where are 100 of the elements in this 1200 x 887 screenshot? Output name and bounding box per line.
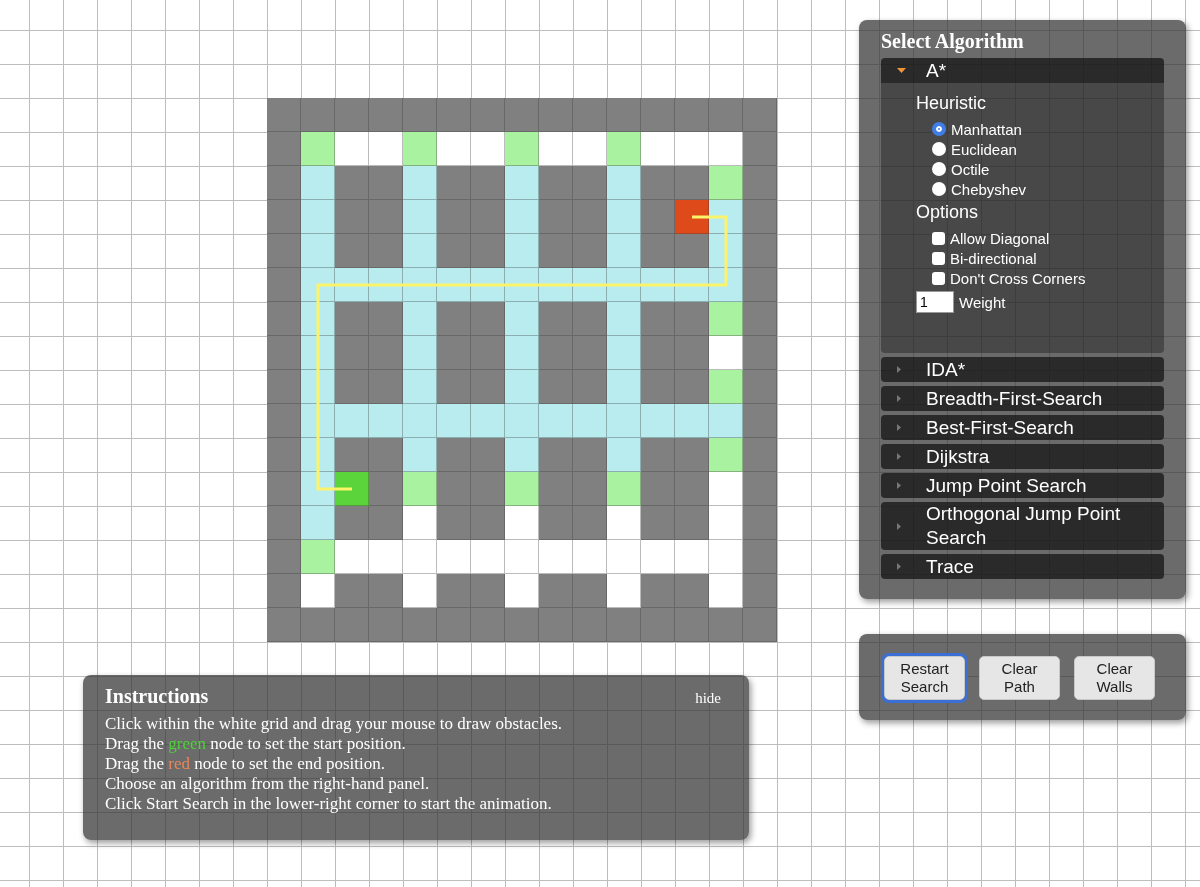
wall-tile[interactable]: [573, 200, 607, 234]
control-button[interactable]: Restart Search: [884, 656, 965, 700]
wall-tile[interactable]: [267, 302, 301, 336]
algorithm-header[interactable]: IDA*: [881, 357, 1164, 382]
wall-tile[interactable]: [743, 438, 777, 472]
wall-tile[interactable]: [437, 200, 471, 234]
closed-node-tile[interactable]: [607, 404, 641, 438]
closed-node-tile[interactable]: [607, 234, 641, 268]
wall-tile[interactable]: [641, 336, 675, 370]
end-node[interactable]: [675, 200, 709, 234]
wall-tile[interactable]: [675, 472, 709, 506]
closed-node-tile[interactable]: [301, 200, 335, 234]
closed-node-tile[interactable]: [403, 438, 437, 472]
open-node-tile[interactable]: [709, 166, 743, 200]
closed-node-tile[interactable]: [607, 302, 641, 336]
closed-node-tile[interactable]: [539, 404, 573, 438]
wall-tile[interactable]: [607, 98, 641, 132]
wall-tile[interactable]: [641, 574, 675, 608]
open-node-tile[interactable]: [403, 132, 437, 166]
wall-tile[interactable]: [539, 336, 573, 370]
closed-node-tile[interactable]: [505, 336, 539, 370]
open-node-tile[interactable]: [301, 540, 335, 574]
wall-tile[interactable]: [675, 438, 709, 472]
closed-node-tile[interactable]: [335, 404, 369, 438]
algorithm-header[interactable]: Trace: [881, 554, 1164, 579]
wall-tile[interactable]: [267, 268, 301, 302]
wall-tile[interactable]: [743, 132, 777, 166]
closed-node-tile[interactable]: [505, 166, 539, 200]
wall-tile[interactable]: [437, 336, 471, 370]
wall-tile[interactable]: [743, 98, 777, 132]
checkbox[interactable]: [932, 271, 945, 285]
wall-tile[interactable]: [437, 472, 471, 506]
wall-tile[interactable]: [539, 506, 573, 540]
hide-link[interactable]: hide: [695, 690, 721, 707]
wall-tile[interactable]: [403, 608, 437, 642]
wall-tile[interactable]: [369, 506, 403, 540]
wall-tile[interactable]: [471, 234, 505, 268]
wall-tile[interactable]: [573, 336, 607, 370]
wall-tile[interactable]: [743, 574, 777, 608]
wall-tile[interactable]: [267, 574, 301, 608]
closed-node-tile[interactable]: [505, 200, 539, 234]
wall-tile[interactable]: [335, 336, 369, 370]
wall-tile[interactable]: [743, 268, 777, 302]
wall-tile[interactable]: [369, 98, 403, 132]
wall-tile[interactable]: [573, 166, 607, 200]
closed-node-tile[interactable]: [505, 438, 539, 472]
radio-button[interactable]: [932, 182, 946, 196]
wall-tile[interactable]: [471, 370, 505, 404]
wall-tile[interactable]: [471, 166, 505, 200]
wall-tile[interactable]: [369, 234, 403, 268]
open-node-tile[interactable]: [403, 472, 437, 506]
wall-tile[interactable]: [267, 472, 301, 506]
wall-tile[interactable]: [335, 506, 369, 540]
wall-tile[interactable]: [675, 98, 709, 132]
wall-tile[interactable]: [573, 302, 607, 336]
wall-tile[interactable]: [573, 438, 607, 472]
closed-node-tile[interactable]: [403, 234, 437, 268]
wall-tile[interactable]: [267, 98, 301, 132]
wall-tile[interactable]: [335, 370, 369, 404]
wall-tile[interactable]: [641, 438, 675, 472]
wall-tile[interactable]: [267, 540, 301, 574]
wall-tile[interactable]: [505, 608, 539, 642]
closed-node-tile[interactable]: [505, 302, 539, 336]
open-node-tile[interactable]: [607, 472, 641, 506]
wall-tile[interactable]: [675, 370, 709, 404]
wall-tile[interactable]: [335, 438, 369, 472]
wall-tile[interactable]: [369, 336, 403, 370]
wall-tile[interactable]: [301, 98, 335, 132]
wall-tile[interactable]: [641, 506, 675, 540]
wall-tile[interactable]: [743, 404, 777, 438]
open-node-tile[interactable]: [709, 438, 743, 472]
wall-tile[interactable]: [539, 574, 573, 608]
closed-node-tile[interactable]: [505, 234, 539, 268]
weight-field[interactable]: 1: [916, 291, 954, 313]
wall-tile[interactable]: [573, 370, 607, 404]
wall-tile[interactable]: [743, 608, 777, 642]
closed-node-tile[interactable]: [607, 336, 641, 370]
checkbox[interactable]: [932, 251, 945, 265]
start-node[interactable]: [335, 472, 369, 506]
wall-tile[interactable]: [437, 574, 471, 608]
wall-tile[interactable]: [641, 302, 675, 336]
wall-tile[interactable]: [539, 438, 573, 472]
wall-tile[interactable]: [641, 472, 675, 506]
closed-node-tile[interactable]: [505, 404, 539, 438]
open-node-tile[interactable]: [709, 302, 743, 336]
closed-node-tile[interactable]: [607, 438, 641, 472]
algorithm-header[interactable]: Best-First-Search: [881, 415, 1164, 440]
wall-tile[interactable]: [267, 132, 301, 166]
closed-node-tile[interactable]: [369, 404, 403, 438]
wall-tile[interactable]: [267, 234, 301, 268]
closed-node-tile[interactable]: [403, 302, 437, 336]
wall-tile[interactable]: [675, 234, 709, 268]
wall-tile[interactable]: [471, 472, 505, 506]
wall-tile[interactable]: [471, 608, 505, 642]
radio-button[interactable]: [932, 122, 946, 136]
closed-node-tile[interactable]: [505, 370, 539, 404]
wall-tile[interactable]: [539, 98, 573, 132]
closed-node-tile[interactable]: [607, 200, 641, 234]
wall-tile[interactable]: [675, 506, 709, 540]
wall-tile[interactable]: [471, 200, 505, 234]
